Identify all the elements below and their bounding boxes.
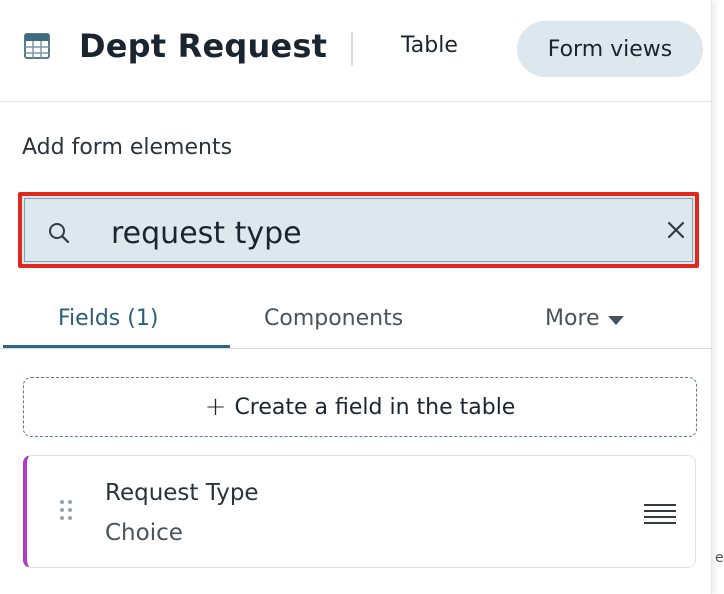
page-title: Dept Request: [79, 27, 328, 65]
search-box: [24, 198, 693, 262]
tab-fields[interactable]: Fields (1): [58, 306, 158, 331]
tab-form-views[interactable]: Form views: [517, 21, 703, 77]
active-tab-indicator: [3, 345, 230, 348]
tab-table[interactable]: Table: [401, 33, 458, 58]
element-tabs: Fields (1) Components More: [0, 296, 712, 349]
tab-more-label: More: [545, 306, 600, 331]
caret-down-icon: [607, 316, 624, 325]
search-icon: [49, 223, 70, 244]
table-icon: [24, 33, 50, 59]
create-field-button[interactable]: + Create a field in the table: [23, 377, 697, 437]
form-elements-panel: Dept Request Table Form views Add form e…: [0, 0, 712, 594]
create-field-label: Create a field in the table: [234, 394, 516, 420]
tab-components[interactable]: Components: [264, 306, 403, 331]
section-label: Add form elements: [22, 135, 233, 160]
field-card-request-type[interactable]: Request Type Choice: [23, 455, 696, 568]
header-divider: [351, 32, 353, 66]
field-name: Request Type: [105, 480, 259, 506]
tab-more[interactable]: More: [545, 306, 624, 331]
plus-icon: +: [204, 392, 227, 422]
drag-handle-icon[interactable]: [60, 500, 74, 522]
search-highlight: [18, 192, 699, 268]
header: Dept Request Table Form views: [0, 0, 712, 102]
field-type: Choice: [105, 520, 183, 546]
search-input[interactable]: [111, 209, 631, 257]
field-menu-icon[interactable]: [644, 504, 676, 524]
clear-search-icon[interactable]: [662, 216, 690, 244]
edge-text: e: [715, 550, 724, 566]
